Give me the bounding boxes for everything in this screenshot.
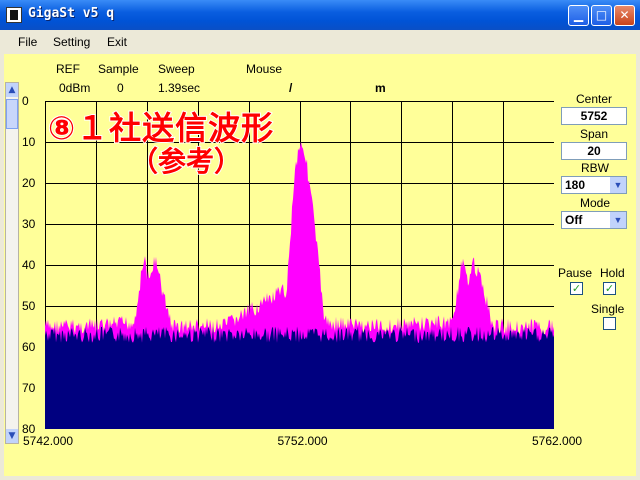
x-tick-label: 5752.000 xyxy=(277,434,328,448)
noise-floor-area xyxy=(45,326,554,429)
minimize-icon: ▁ xyxy=(573,8,584,22)
mouse-label: Mouse xyxy=(246,62,283,76)
span-label: Span xyxy=(580,127,609,141)
overlay-subtitle: （参考） xyxy=(129,144,243,179)
spectrum-svg xyxy=(45,101,554,429)
single-label: Single xyxy=(591,302,625,316)
menu-file[interactable]: File xyxy=(18,35,37,49)
sample-label: Sample xyxy=(98,62,139,76)
scroll-down-icon[interactable]: ▼ xyxy=(6,429,18,443)
vertical-scrollbar[interactable]: ▲ ▼ xyxy=(5,82,19,444)
rbw-value: 180 xyxy=(565,178,586,192)
sweep-label: Sweep xyxy=(158,62,195,76)
maximize-button[interactable]: □ xyxy=(591,5,612,26)
mode-select[interactable]: Off ▼ xyxy=(561,211,627,229)
check-icon: ✓ xyxy=(604,282,615,295)
pause-label: Pause xyxy=(558,266,593,280)
close-icon: ✕ xyxy=(619,8,630,22)
window-title: GigaSt v5 q xyxy=(28,6,115,21)
chevron-down-icon[interactable]: ▼ xyxy=(610,177,626,193)
close-button[interactable]: ✕ xyxy=(614,5,635,26)
y-tick-label: 0 xyxy=(22,94,29,108)
mode-label: Mode xyxy=(580,196,611,210)
center-label: Center xyxy=(576,92,613,106)
y-tick-label: 60 xyxy=(22,340,36,354)
center-input[interactable]: 5752 xyxy=(561,107,627,125)
mode-value: Off xyxy=(565,213,583,227)
maximize-icon: □ xyxy=(595,8,608,22)
rbw-label: RBW xyxy=(581,161,609,175)
y-tick-label: 20 xyxy=(22,176,36,190)
menu-bar: File Setting Exit xyxy=(0,30,640,54)
hold-checkbox[interactable]: ✓ xyxy=(603,282,616,295)
sample-value: 0 xyxy=(117,81,124,95)
mouse-unit: m xyxy=(375,81,386,95)
mouse-value: / xyxy=(289,81,293,95)
y-tick-label: 70 xyxy=(22,381,36,395)
x-tick-label: 5762.000 xyxy=(532,434,583,448)
app-icon xyxy=(6,7,22,23)
y-tick-label: 50 xyxy=(22,299,36,313)
sweep-value: 1.39sec xyxy=(158,81,201,95)
scroll-thumb[interactable] xyxy=(6,99,18,129)
chevron-down-icon[interactable]: ▼ xyxy=(610,212,626,228)
app-window: GigaSt v5 q ▁ □ ✕ File Setting Exit ▲ ▼ … xyxy=(0,0,640,480)
single-checkbox[interactable] xyxy=(603,317,616,330)
ref-label: REF xyxy=(56,62,80,76)
spectrum-plot[interactable] xyxy=(45,101,554,429)
menu-exit[interactable]: Exit xyxy=(107,35,127,49)
span-input[interactable]: 20 xyxy=(561,142,627,160)
minimize-button[interactable]: ▁ xyxy=(568,5,589,26)
scroll-up-icon[interactable]: ▲ xyxy=(6,83,18,97)
title-bar: GigaSt v5 q ▁ □ ✕ xyxy=(0,0,640,30)
ref-value: 0dBm xyxy=(59,81,91,95)
y-tick-label: 30 xyxy=(22,217,36,231)
x-tick-label: 5742.000 xyxy=(23,434,74,448)
hold-label: Hold xyxy=(600,266,625,280)
y-tick-label: 40 xyxy=(22,258,36,272)
pause-checkbox[interactable]: ✓ xyxy=(570,282,583,295)
y-tick-label: 10 xyxy=(22,135,36,149)
check-icon: ✓ xyxy=(571,282,582,295)
menu-setting[interactable]: Setting xyxy=(53,35,90,49)
rbw-select[interactable]: 180 ▼ xyxy=(561,176,627,194)
